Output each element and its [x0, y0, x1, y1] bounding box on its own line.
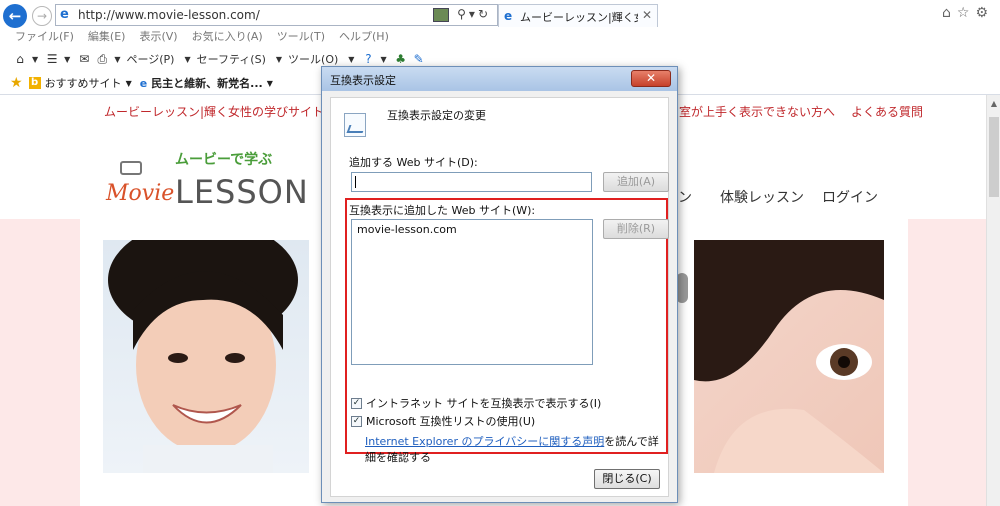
menu-help[interactable]: ヘルプ(H) — [332, 28, 396, 44]
favorites-bar: ★ b おすすめサイト ▼ e 民主と維新、新党名... ▼ — [10, 74, 281, 92]
display-help-link[interactable]: 室が上手く表示できない方へ — [679, 105, 835, 119]
add-button[interactable]: 追加(A) — [603, 172, 669, 192]
remove-button[interactable]: 削除(R) — [603, 219, 669, 239]
privacy-link[interactable]: Internet Explorer のプライバシーに関する声明 — [365, 435, 604, 448]
logo-tagline: ムービーで学ぶ — [175, 152, 273, 168]
menu-view[interactable]: 表示(V) — [132, 28, 184, 44]
chevron-down-icon[interactable]: ▼ — [276, 55, 282, 64]
back-button[interactable]: ← — [3, 4, 27, 28]
ie-icon: e — [139, 76, 148, 90]
favorites-star-icon[interactable]: ★ — [10, 75, 23, 91]
gear-icon[interactable]: ⚙ — [975, 5, 994, 21]
chevron-down-icon[interactable]: ▼ — [126, 79, 132, 88]
logo-lesson-text: LESSON — [175, 173, 309, 211]
ms-list-checkbox[interactable]: ✓ — [351, 415, 362, 427]
chevron-down-icon[interactable]: ▼ — [348, 55, 354, 64]
intranet-option: ✓ イントラネット サイトを互換表示で表示する(I) — [351, 395, 601, 411]
woman-closeup-image — [694, 240, 884, 473]
menu-bar: ファイル(F) 編集(E) 表示(V) お気に入り(A) ツール(T) ヘルプ(… — [8, 28, 396, 44]
intranet-label[interactable]: イントラネット サイトを互換表示で表示する(I) — [366, 395, 601, 411]
chevron-down-icon[interactable]: ▼ — [267, 79, 273, 88]
dialog-titlebar[interactable]: 互換表示設定 ✕ — [322, 67, 677, 91]
star-icon[interactable]: ☆ — [957, 5, 976, 21]
scroll-thumb[interactable] — [989, 117, 999, 197]
forward-button[interactable]: → — [32, 6, 52, 26]
chevron-down-icon[interactable]: ▼ — [380, 55, 386, 64]
chevron-down-icon[interactable]: ▼ — [32, 55, 38, 64]
home-icon[interactable]: ⌂ — [12, 52, 28, 66]
chevron-down-icon[interactable]: ▼ — [114, 55, 120, 64]
close-icon: ✕ — [645, 71, 657, 85]
privacy-statement: Internet Explorer のプライバシーに関する声明を読んで詳細を確認… — [365, 433, 668, 465]
hero-photo-left — [103, 240, 309, 473]
menu-favorites[interactable]: お気に入り(A) — [185, 28, 270, 44]
tools-menu[interactable]: ツール(O) — [288, 51, 338, 67]
compat-view-dialog: 互換表示設定 ✕ 互換表示設定の変更 追加する Web サイト(D): 追加(A… — [321, 66, 678, 503]
safety-menu[interactable]: セーフティ(S) — [197, 51, 266, 67]
add-site-label: 追加する Web サイト(D): — [349, 156, 478, 169]
intranet-checkbox[interactable]: ✓ — [351, 397, 362, 409]
ie-icon: e — [504, 9, 513, 23]
page-menu[interactable]: ページ(P) — [126, 51, 174, 67]
dialog-title: 互換表示設定 — [330, 74, 396, 87]
print-icon[interactable]: ⎙ — [94, 52, 110, 66]
feed-icon[interactable]: ☰ — [44, 52, 60, 66]
faq-link[interactable]: よくある質問 — [851, 105, 923, 119]
arrow-left-icon: ← — [8, 7, 22, 25]
close-icon[interactable]: ✕ — [642, 8, 652, 22]
help-icon[interactable]: ? — [360, 52, 376, 66]
menu-file[interactable]: ファイル(F) — [8, 28, 81, 44]
dialog-body: 互換表示設定の変更 追加する Web サイト(D): 追加(A) 互換表示に追加… — [330, 97, 669, 497]
fav-suggested-sites[interactable]: おすすめサイト — [45, 75, 122, 91]
text-cursor — [355, 176, 356, 188]
url-text: http://www.movie-lesson.com/ — [78, 8, 260, 22]
page-scrollbar[interactable]: ▲ — [986, 95, 1000, 506]
nav-item-trial-lesson[interactable]: 体験レッスン — [720, 187, 804, 207]
site-list[interactable]: movie-lesson.com — [351, 219, 593, 365]
search-refresh-icons[interactable]: ⚲▾↻ — [457, 7, 491, 21]
toolbar-right: ⌂☆⚙ — [942, 5, 994, 21]
smiling-woman-image — [108, 240, 298, 473]
browser-tab[interactable]: e ムービーレッスン|輝く女… ✕ — [498, 4, 658, 27]
mail-icon[interactable]: ✉ — [76, 52, 92, 66]
menu-edit[interactable]: 編集(E) — [81, 28, 133, 44]
menu-tools[interactable]: ツール(T) — [270, 28, 332, 44]
site-logo[interactable]: ムービーで学ぶ Movie LESSON — [106, 145, 308, 217]
scroll-up-icon[interactable]: ▲ — [987, 99, 1000, 108]
dialog-close-button[interactable]: ✕ — [631, 70, 671, 87]
ms-list-label[interactable]: Microsoft 互換性リストの使用(U) — [366, 413, 535, 429]
nav-item-partial[interactable]: ン — [678, 187, 692, 207]
research-icon[interactable]: ♣ — [393, 52, 409, 66]
hero-photo-right — [694, 240, 884, 473]
blog-icon[interactable]: ✎ — [411, 52, 427, 66]
site-title-link[interactable]: ムービーレッスン|輝く女性の学びサイト — [104, 103, 324, 120]
bing-icon: b — [28, 77, 41, 89]
compatibility-view-icon[interactable] — [433, 8, 449, 22]
dialog-heading: 互換表示設定の変更 — [387, 109, 486, 122]
nav-item-login[interactable]: ログイン — [822, 187, 878, 207]
close-button[interactable]: 閉じる(C) — [594, 469, 660, 489]
home-icon[interactable]: ⌂ — [942, 5, 957, 21]
header-links: 室が上手く表示できない方へ よくある質問 — [679, 103, 939, 120]
list-item[interactable]: movie-lesson.com — [357, 223, 457, 236]
camera-icon — [120, 161, 142, 175]
tab-title: ムービーレッスン|輝く女… — [520, 11, 638, 24]
fav-news-link[interactable]: 民主と維新、新党名... — [151, 75, 263, 91]
address-bar[interactable]: e http://www.movie-lesson.com/ ⚲▾↻ — [55, 4, 498, 26]
arrow-right-icon: → — [36, 9, 48, 23]
ie-icon: e — [60, 7, 69, 22]
chevron-down-icon[interactable]: ▼ — [64, 55, 70, 64]
compat-settings-icon — [344, 113, 366, 137]
site-list-label: 互換表示に追加した Web サイト(W): — [349, 204, 536, 217]
add-site-input[interactable] — [351, 172, 592, 192]
logo-movie-text: Movie — [106, 181, 175, 206]
ms-list-option: ✓ Microsoft 互換性リストの使用(U) — [351, 413, 535, 429]
chevron-down-icon[interactable]: ▼ — [184, 55, 190, 64]
